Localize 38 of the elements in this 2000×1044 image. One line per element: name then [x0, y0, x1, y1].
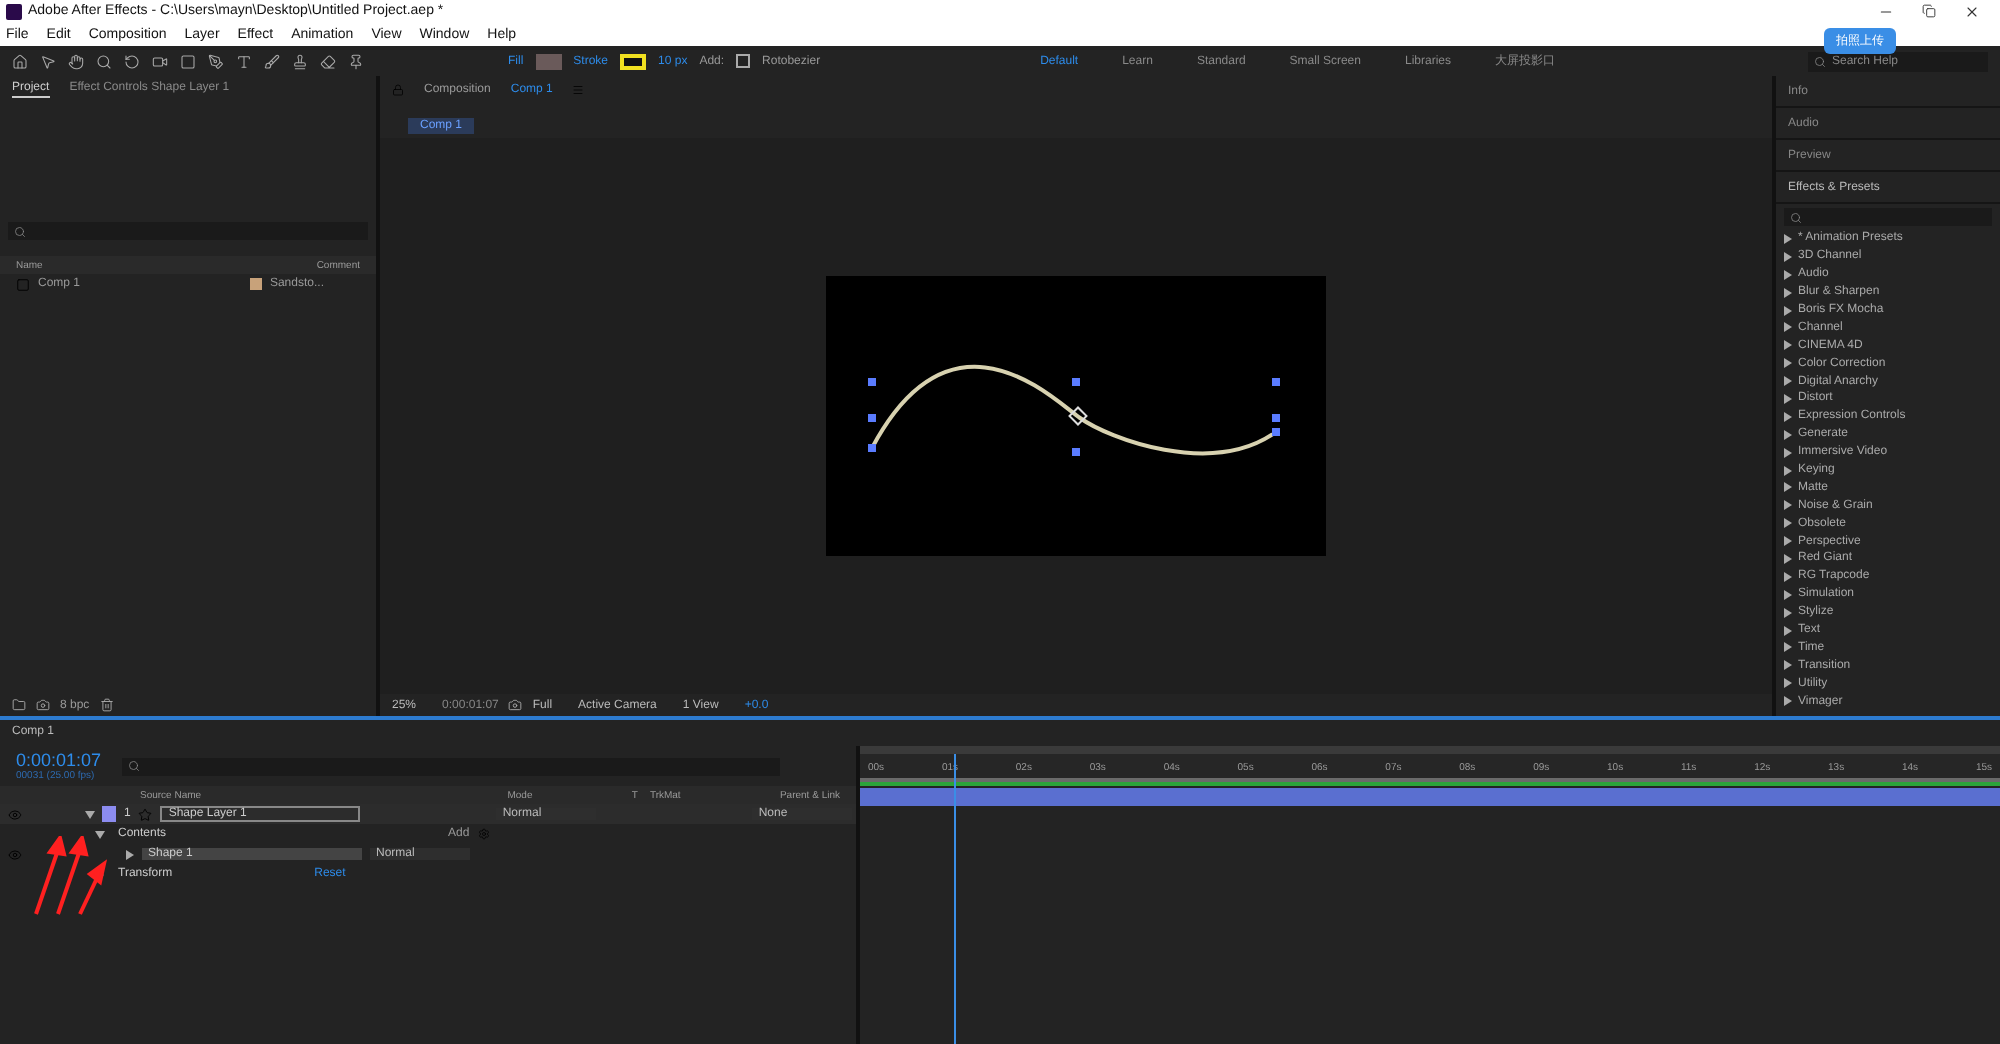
- pin-icon[interactable]: [348, 53, 364, 69]
- label-swatch[interactable]: [102, 806, 116, 822]
- rotate-icon[interactable]: [124, 53, 140, 69]
- search-field[interactable]: [8, 222, 368, 240]
- close-icon[interactable]: [1964, 3, 1980, 19]
- twirl-triangle-icon[interactable]: [126, 849, 134, 859]
- camera-icon[interactable]: [152, 53, 168, 69]
- lock-icon: [392, 83, 404, 95]
- label-swatch: [249, 278, 262, 290]
- hand-icon[interactable]: [68, 53, 84, 69]
- search-icon: [1790, 211, 1802, 223]
- rectangle-icon[interactable]: [180, 53, 196, 69]
- search-icon: [14, 225, 26, 237]
- eraser-icon[interactable]: [320, 53, 336, 69]
- search-field[interactable]: [121, 757, 780, 775]
- arrow-annotation-drawing: [30, 836, 110, 916]
- home-icon[interactable]: [12, 53, 28, 69]
- stroke-swatch[interactable]: [620, 53, 647, 69]
- app-logo-icon: [6, 3, 22, 19]
- trash-icon[interactable]: [99, 698, 114, 712]
- pen-icon[interactable]: [208, 53, 224, 69]
- zoom-icon[interactable]: [96, 53, 112, 69]
- pointer-icon[interactable]: [40, 53, 56, 69]
- twirl-triangle-icon[interactable]: [85, 810, 95, 818]
- brush-icon[interactable]: [264, 53, 280, 69]
- rotobezier-checkbox[interactable]: [736, 54, 751, 68]
- type-icon[interactable]: [236, 53, 252, 69]
- fill-swatch[interactable]: [535, 53, 562, 69]
- current-timecode[interactable]: 0:00:01:07: [16, 750, 102, 770]
- star-icon: [138, 807, 153, 821]
- folder-icon[interactable]: [12, 698, 26, 712]
- twirl-triangle-icon[interactable]: [95, 830, 105, 838]
- search-field[interactable]: [1784, 208, 1992, 226]
- stamp-icon[interactable]: [292, 53, 308, 69]
- search-icon: [127, 760, 140, 772]
- search-icon: [1814, 55, 1826, 67]
- restore-icon[interactable]: [1922, 3, 1936, 17]
- snapshot-icon[interactable]: [508, 698, 523, 712]
